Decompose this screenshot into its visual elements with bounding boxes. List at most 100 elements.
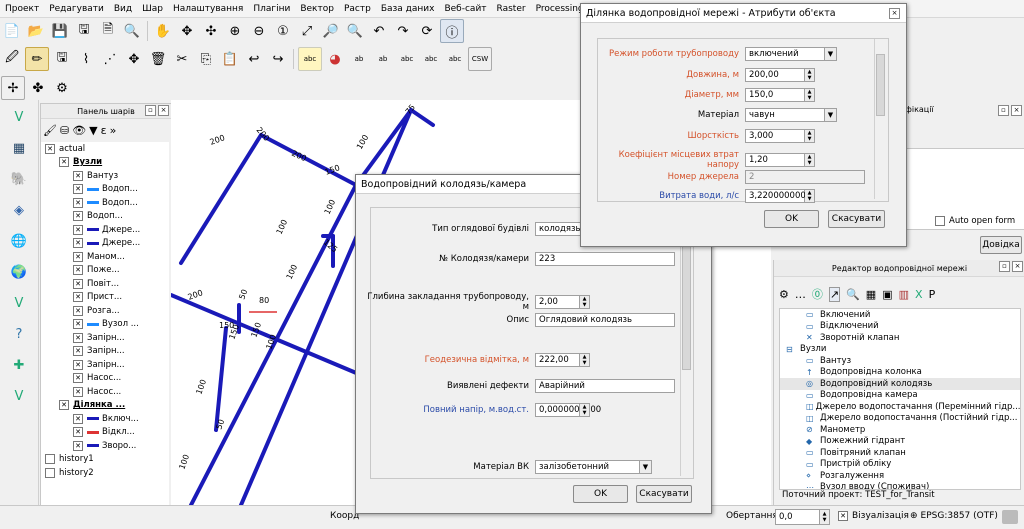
zoom-in-icon[interactable]: ⊕ [224, 20, 246, 42]
field-input[interactable]: Аварійний [535, 379, 675, 393]
crs-status[interactable]: ⊕ EPSG:3857 (OTF) [910, 511, 998, 521]
zoom-native-icon[interactable]: ① [272, 20, 294, 42]
menu-item[interactable]: Веб-сайт [439, 4, 491, 14]
layer-item[interactable]: ✕ Запірн... [41, 358, 169, 372]
close-icon[interactable]: × [1011, 105, 1022, 116]
pipe-cancel-button[interactable]: Скасувати [828, 210, 885, 228]
plugin-b-icon[interactable]: ⚙ [51, 77, 73, 99]
dropdown-arrow-icon[interactable]: ▼ [640, 460, 652, 474]
layer-visibility-checkbox[interactable]: ✕ [73, 184, 83, 195]
field-input[interactable]: включений [745, 47, 825, 61]
field-input[interactable]: залізобетонний [535, 460, 640, 474]
add-delimited-icon[interactable]: ? [4, 320, 34, 348]
field-input[interactable]: 2 [745, 170, 865, 184]
new-shapefile-icon[interactable]: ✚ [4, 351, 34, 379]
network-tree-item[interactable]: ⋯ Вузол вводу (Споживач) [780, 482, 1020, 489]
new-project-icon[interactable]: 📄 [1, 20, 23, 42]
move-feature-icon[interactable]: ✥ [123, 48, 145, 70]
layer-visibility-checkbox[interactable] [45, 454, 55, 465]
zoom-icon[interactable]: 🔍 [846, 288, 860, 301]
expand-icon[interactable]: » [110, 124, 117, 137]
expression-filter-icon[interactable]: ε [101, 124, 107, 137]
zoom-selection-icon[interactable]: 🔍 [344, 20, 366, 42]
add-wms-icon[interactable]: 🌐 [4, 227, 34, 255]
pin-label-icon[interactable]: ab [348, 48, 370, 70]
layer-item[interactable]: ✕ Запірн... [41, 331, 169, 345]
network-tree-item[interactable]: ▭ Відключений [780, 321, 1020, 333]
node-tool-icon[interactable]: ⋰ [99, 48, 121, 70]
auto-open-form[interactable]: Auto open form [935, 216, 1015, 226]
rotation-spin[interactable]: ▲ ▼ [820, 509, 830, 525]
field-input[interactable]: Оглядовий колодязь [535, 313, 675, 327]
plugin-a-icon[interactable]: ✤ [27, 77, 49, 99]
layer-visibility-checkbox[interactable]: ✕ [73, 278, 83, 289]
layer-visibility-checkbox[interactable]: ✕ [73, 224, 83, 235]
layer-item[interactable]: ✕ Вузол ... [41, 318, 169, 332]
field-input[interactable]: 0,0000000000 [535, 403, 601, 417]
zoom-next-icon[interactable]: ↷ [392, 20, 414, 42]
layer-visibility-checkbox[interactable]: ✕ [59, 157, 69, 168]
add-wfs-icon[interactable]: V [4, 289, 34, 317]
layer-item[interactable]: ✕ Повіт... [41, 277, 169, 291]
close-icon[interactable]: × [889, 8, 900, 19]
layer-visibility-checkbox[interactable]: ✕ [73, 386, 83, 397]
layer-visibility-checkbox[interactable]: ✕ [73, 346, 83, 357]
print-composer-icon[interactable]: 🗎 [97, 20, 119, 42]
save-project-icon[interactable]: 💾 [49, 20, 71, 42]
rotation-input[interactable]: 0,0 [775, 509, 820, 525]
pan-icon[interactable]: ✥ [176, 20, 198, 42]
save-edits-icon[interactable]: 🖫 [51, 48, 73, 70]
pan-to-selection-icon[interactable]: ✣ [200, 20, 222, 42]
close-icon[interactable]: × [158, 105, 169, 116]
layer-visibility-checkbox[interactable]: ✕ [59, 400, 69, 411]
save-as-icon[interactable]: 🖫 [73, 20, 95, 42]
add-wcs-icon[interactable]: 🌍 [4, 258, 34, 286]
chart-icon[interactable]: ▥ [899, 288, 909, 301]
field-input[interactable]: 2,00 [535, 295, 580, 309]
menu-item[interactable]: Вид [109, 4, 137, 14]
menu-item[interactable]: Налаштування [168, 4, 248, 14]
layer-visibility-checkbox[interactable]: ✕ [73, 427, 83, 438]
layer-visibility-checkbox[interactable]: ✕ [73, 413, 83, 424]
network-tree-item[interactable]: ◫ Джерело водопостачання (Перемінний гідр… [780, 401, 1020, 413]
menu-item[interactable]: Плагіни [248, 4, 295, 14]
network-check-icon[interactable]: ⓪ [812, 286, 823, 302]
network-tree-item[interactable]: ◫ Джерело водопостачання (Постійний гідр.… [780, 413, 1020, 425]
layer-item[interactable]: history2 [41, 466, 169, 480]
layer-item[interactable]: history1 [41, 453, 169, 467]
layer-item[interactable]: ✕ Джере... [41, 223, 169, 237]
render-checkbox[interactable]: ✕ [838, 511, 848, 521]
redo-icon[interactable]: ↪ [267, 48, 289, 70]
current-edits-icon[interactable]: 🖉 [1, 48, 23, 70]
network-tree-item[interactable]: ⋄ Розгалуження [780, 470, 1020, 482]
layer-visibility-checkbox[interactable]: ✕ [45, 143, 55, 154]
network-tree-item[interactable]: ↑ Водопровідна колонка [780, 367, 1020, 379]
spinbox-arrows-icon[interactable]: ▲ ▼ [805, 68, 815, 82]
layer-visibility-checkbox[interactable]: ✕ [73, 305, 83, 316]
open-project-icon[interactable]: 📂 [25, 20, 47, 42]
add-group-icon[interactable]: ⛁ [60, 124, 69, 137]
pipe-form-scrollbar[interactable] [874, 39, 885, 199]
add-postgis-icon[interactable]: 🐘 [4, 165, 34, 193]
layer-item[interactable]: ✕ Вузли [41, 156, 169, 170]
network-tree-item[interactable]: ◎ Водопровідний колодязь [780, 378, 1020, 390]
zoom-full-icon[interactable]: ⤢ [296, 20, 318, 42]
field-input[interactable]: 3,2200000000 [745, 189, 811, 203]
network-tree-item[interactable]: ▭ Включений [780, 309, 1020, 321]
field-input[interactable]: 150,0 [745, 88, 805, 102]
spinbox-arrows-icon[interactable]: ▲ ▼ [805, 153, 815, 167]
grid-icon[interactable]: ▦ [866, 288, 876, 301]
menu-item[interactable]: Вектор [295, 4, 339, 14]
rotate-label-icon[interactable]: abc [420, 48, 442, 70]
network-tree-item[interactable]: ▭ Пристрій обліку [780, 459, 1020, 471]
field-input[interactable]: чавун [745, 108, 825, 122]
layer-item[interactable]: ✕ Водоп... [41, 196, 169, 210]
layer-item[interactable]: ✕ Розга... [41, 304, 169, 318]
zoom-last-icon[interactable]: ↶ [368, 20, 390, 42]
csw-icon[interactable]: CSW [468, 47, 492, 71]
close-icon[interactable]: × [1012, 261, 1023, 272]
add-vector-icon[interactable]: V [4, 103, 34, 131]
spinbox-arrows-icon[interactable]: ▲ ▼ [805, 189, 815, 203]
float-icon[interactable]: ▫ [145, 105, 156, 116]
layer-item[interactable]: ✕ Насос... [41, 372, 169, 386]
